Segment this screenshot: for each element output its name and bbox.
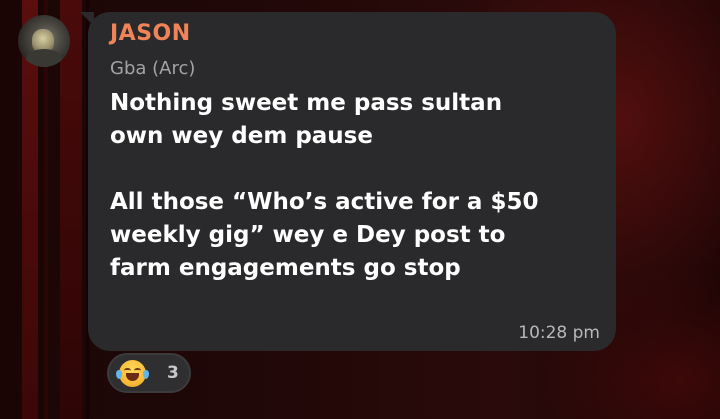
face-with-tears-of-joy-icon: [116, 360, 149, 387]
sender-name[interactable]: JASON: [110, 21, 191, 46]
avatar-shoulders: [26, 49, 62, 67]
background-stripe: [60, 0, 82, 419]
background-stripe: [0, 0, 18, 419]
sender-avatar[interactable]: [18, 15, 70, 67]
message-bubble[interactable]: JASON Gba (Arc) Nothing sweet me pass su…: [88, 12, 616, 351]
reaction-pill[interactable]: 3: [107, 353, 191, 393]
reaction-count: 3: [167, 363, 179, 383]
tear-right: [143, 370, 149, 379]
sender-subtitle: Gba (Arc): [110, 58, 196, 79]
mouth: [126, 373, 139, 381]
message-timestamp: 10:28 pm: [518, 323, 600, 343]
message-text: Nothing sweet me pass sultan own wey dem…: [110, 90, 539, 281]
tear-left: [116, 370, 122, 379]
